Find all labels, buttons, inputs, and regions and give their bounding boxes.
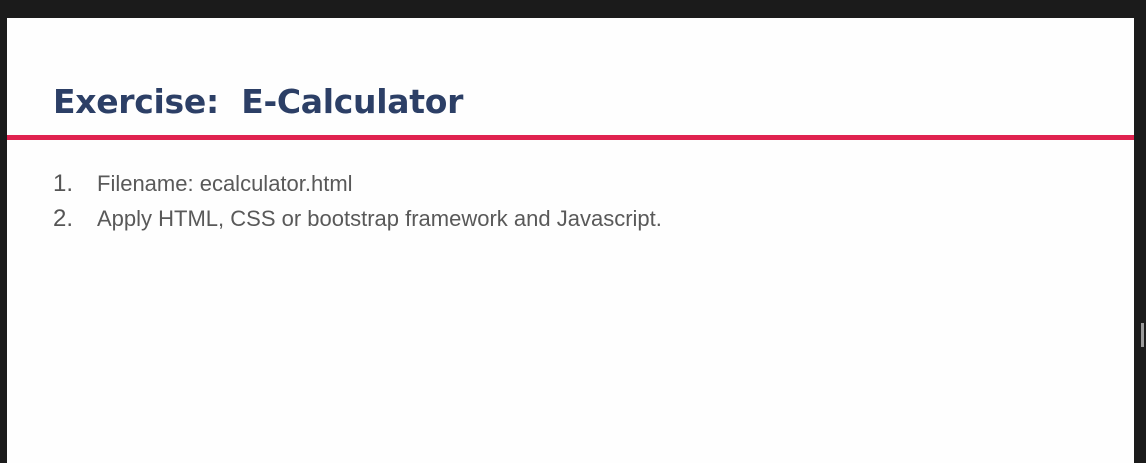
window-edge [1135, 18, 1146, 463]
presentation-window: Exercise: E-Calculator 1. Filename: ecal… [0, 0, 1146, 463]
list-item-text: Filename: ecalculator.html [97, 171, 353, 196]
list-item-text: Apply HTML, CSS or bootstrap framework a… [97, 206, 662, 231]
slide-title: Exercise: E-Calculator [53, 82, 464, 121]
list-item-number: 2. [53, 205, 74, 232]
list-item-number: 1. [53, 170, 74, 197]
list-item: 2. Apply HTML, CSS or bootstrap framewor… [53, 205, 662, 240]
resize-handle[interactable] [1141, 323, 1144, 347]
list-item: 1. Filename: ecalculator.html [53, 170, 662, 205]
slide-canvas: Exercise: E-Calculator 1. Filename: ecal… [7, 18, 1134, 463]
exercise-list: 1. Filename: ecalculator.html 2. Apply H… [53, 170, 662, 240]
title-divider [7, 135, 1134, 140]
